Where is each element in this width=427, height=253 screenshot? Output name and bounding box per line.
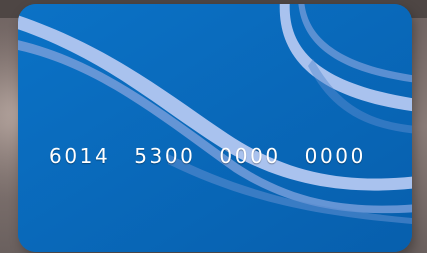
card-number: 6014 5300 0000 0000 (49, 144, 366, 168)
credit-card: 6014 5300 0000 0000 (18, 4, 412, 252)
card-swoosh-design (18, 4, 412, 252)
